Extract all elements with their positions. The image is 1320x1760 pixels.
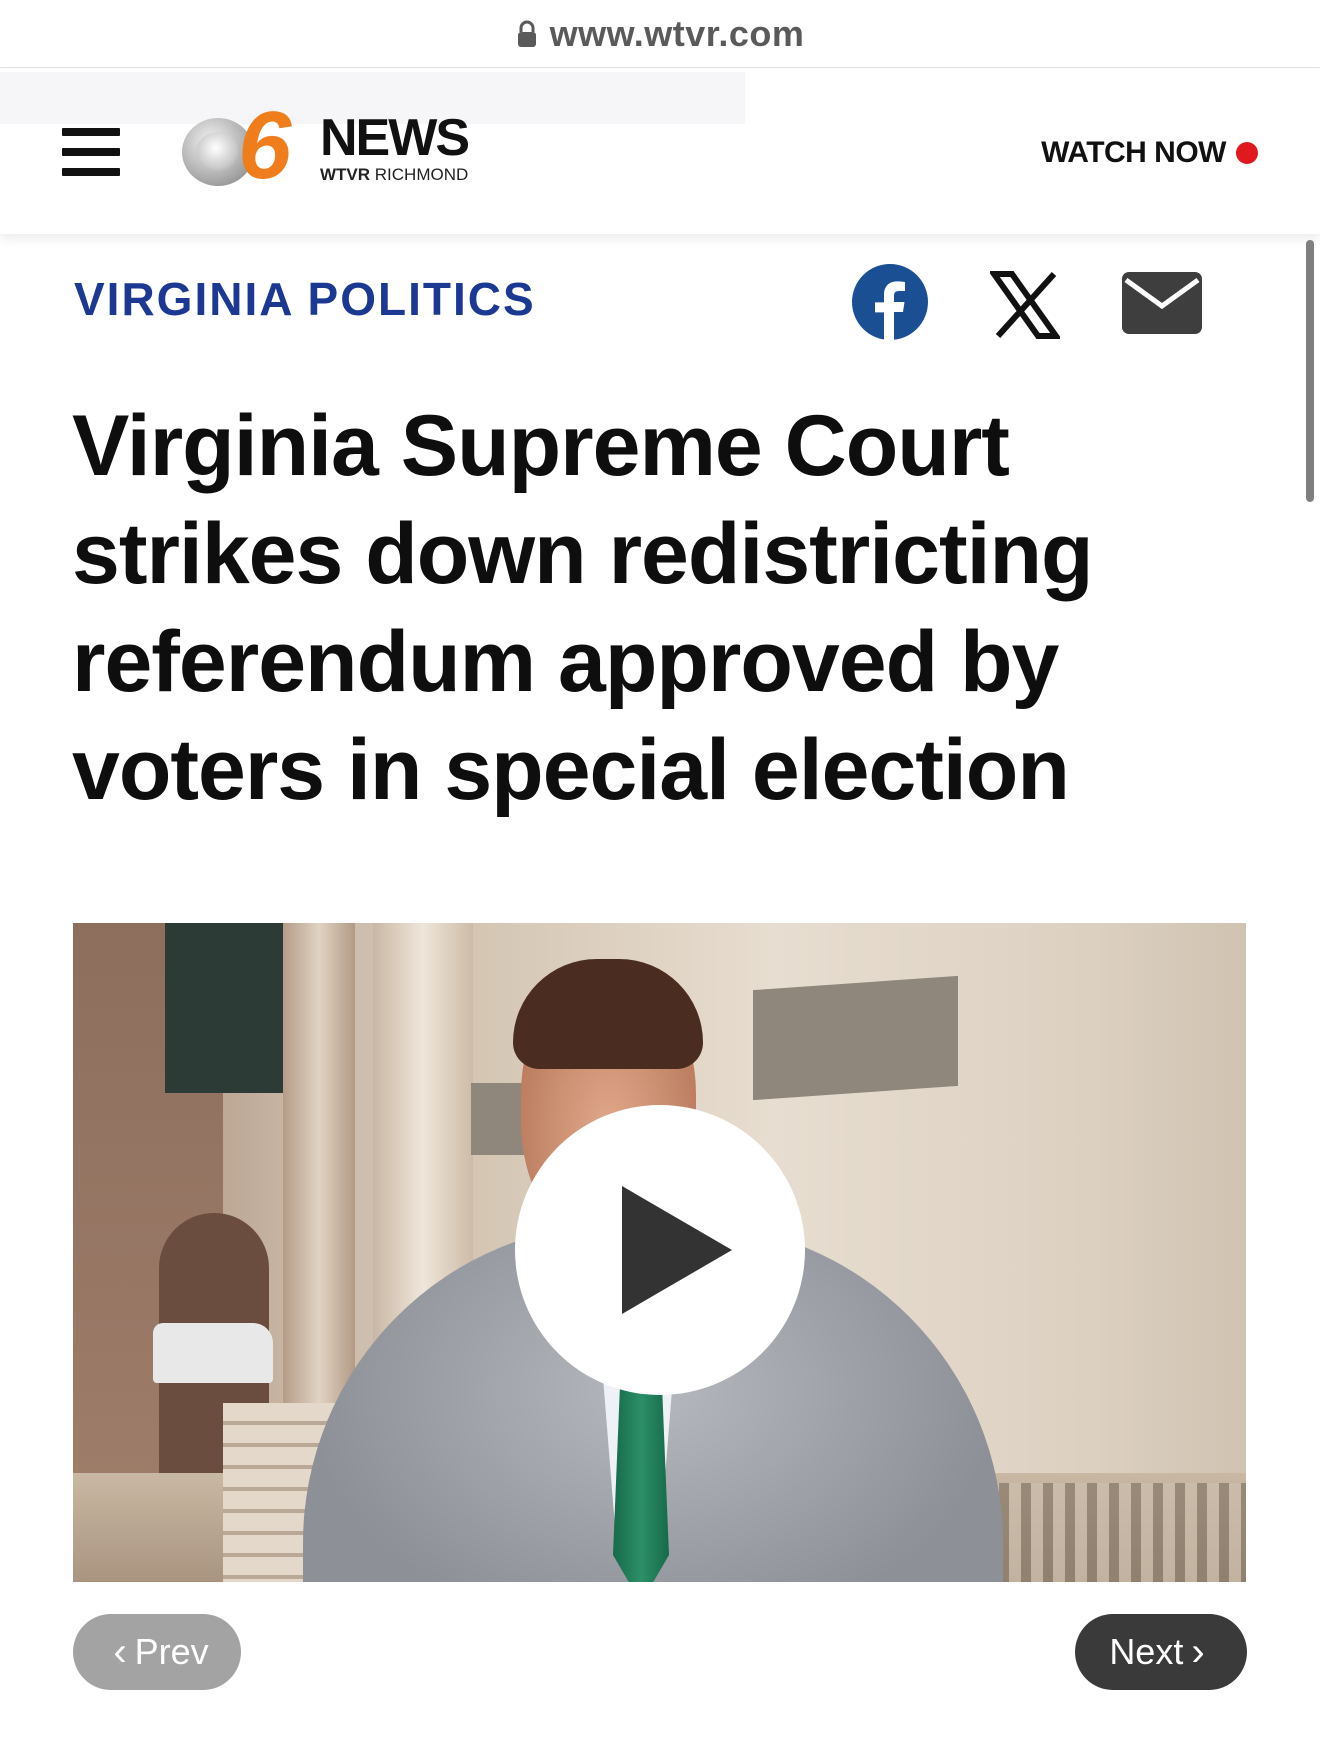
logo-number: 6 — [238, 92, 292, 199]
next-label: Next — [1109, 1631, 1184, 1672]
chevron-right-icon: › — [1191, 1630, 1205, 1674]
video-player[interactable] — [73, 923, 1246, 1582]
section-label[interactable]: VIRGINIA POLITICS — [74, 272, 536, 326]
prev-button[interactable]: ‹ Prev — [73, 1614, 241, 1690]
page-scrollbar[interactable] — [1306, 240, 1314, 502]
watch-now-label: WATCH NOW — [1041, 136, 1226, 169]
logo-news: NEWS — [320, 109, 470, 167]
facebook-icon[interactable] — [852, 264, 928, 340]
site-logo[interactable]: 6 NEWS WTVR RICHMOND — [182, 98, 482, 194]
building-plaque — [753, 975, 958, 1101]
browser-url-bar[interactable]: www.wtvr.com — [0, 0, 1320, 68]
logo-city: RICHMOND — [374, 165, 469, 184]
menu-icon[interactable] — [62, 128, 120, 176]
article-headline: Virginia Supreme Court strikes down redi… — [72, 398, 1094, 818]
url-text: www.wtvr.com — [549, 12, 805, 54]
lock-icon — [517, 20, 536, 47]
play-icon — [622, 1186, 732, 1314]
next-button[interactable]: Next › — [1075, 1614, 1247, 1690]
mail-icon[interactable] — [1122, 272, 1202, 334]
logo-station: WTVR — [320, 165, 371, 184]
live-dot-icon — [1236, 142, 1258, 164]
prev-label: Prev — [134, 1631, 209, 1672]
play-button[interactable] — [515, 1105, 805, 1395]
watch-now-link[interactable]: WATCH NOW — [1041, 136, 1258, 170]
x-icon[interactable] — [990, 270, 1060, 340]
site-header: 6 NEWS WTVR RICHMOND WATCH NOW — [0, 68, 1320, 234]
logo-subtitle: WTVR RICHMOND — [320, 166, 468, 184]
chevron-left-icon: ‹ — [113, 1630, 127, 1674]
